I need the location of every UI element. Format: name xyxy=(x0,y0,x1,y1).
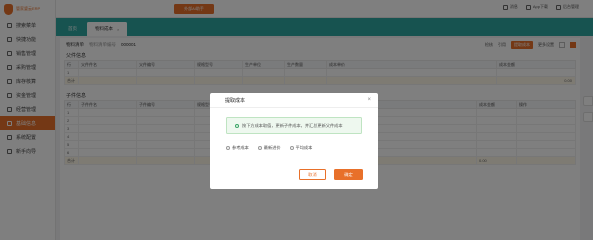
radio-label: 参考成本 xyxy=(232,145,249,150)
tip-text: 按下方成本取值，更新子件成本，并汇总更新父件成本 xyxy=(242,122,343,128)
radio-reference-cost[interactable]: 参考成本 xyxy=(226,145,249,151)
radio-circle-icon xyxy=(226,146,230,150)
cancel-button[interactable]: 取消 xyxy=(299,169,326,180)
confirm-button[interactable]: 确定 xyxy=(334,169,363,180)
dialog-title: 提取成本 xyxy=(210,93,378,108)
info-icon xyxy=(235,123,239,128)
radio-latest-price[interactable]: 最新进价 xyxy=(257,145,281,151)
dialog-buttons: 取消 确定 xyxy=(299,169,363,180)
app-window: 管家婆云ERP 搜索菜单 快捷功能 销售管理 采购管理 库存核算 资金管理 经营… xyxy=(0,0,593,240)
radio-circle-icon xyxy=(257,146,262,150)
radio-label: 平均成本 xyxy=(295,145,313,150)
extract-cost-dialog: 提取成本 × 按下方成本取值，更新子件成本，并汇总更新父件成本 参考成本 最新进… xyxy=(210,93,378,189)
radio-label: 最新进价 xyxy=(263,145,281,150)
radio-circle-icon xyxy=(289,146,294,150)
close-icon[interactable]: × xyxy=(367,97,371,103)
cost-source-options: 参考成本 最新进价 平均成本 xyxy=(226,145,312,151)
dialog-tip: 按下方成本取值，更新子件成本，并汇总更新父件成本 xyxy=(226,117,362,134)
radio-average-cost[interactable]: 平均成本 xyxy=(289,145,313,151)
